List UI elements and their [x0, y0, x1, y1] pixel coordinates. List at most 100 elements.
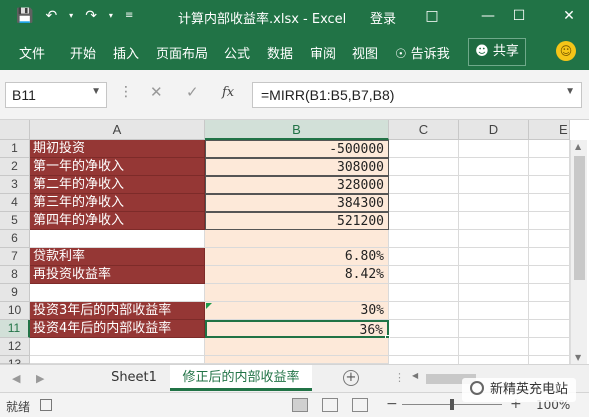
zoom-out-icon[interactable]: − — [386, 396, 398, 412]
sheet-tab-sheet1[interactable]: Sheet1 — [102, 365, 166, 391]
cell-a7[interactable]: 贷款利率 — [30, 248, 205, 266]
cell-b7[interactable]: 6.80% — [205, 248, 389, 266]
cell-a6[interactable] — [30, 230, 205, 248]
insert-function-icon[interactable]: fx — [222, 85, 234, 100]
tell-me-search[interactable]: ☉ 告诉我 — [395, 43, 450, 62]
worksheet-grid[interactable]: A B C D E 1 2 3 4 5 6 7 8 9 10 11 12 13 … — [0, 120, 589, 371]
scroll-up-icon[interactable]: ▲ — [575, 142, 581, 151]
tab-view[interactable]: 视图 — [352, 43, 378, 62]
cell-b2[interactable]: 308000 — [205, 158, 389, 176]
feedback-smiley-icon[interactable]: ☺ — [556, 41, 576, 61]
cell-a13[interactable] — [30, 356, 205, 364]
save-icon[interactable]: 💾 — [16, 6, 33, 26]
page-layout-view-icon[interactable] — [322, 398, 338, 412]
cell-b6[interactable] — [205, 230, 389, 248]
cell-b9[interactable] — [205, 284, 389, 302]
scroll-left-icon[interactable]: ◀ — [412, 371, 418, 380]
scroll-thumb[interactable] — [574, 156, 585, 280]
select-all-corner[interactable] — [0, 120, 30, 140]
column-header-c[interactable]: C — [389, 120, 459, 140]
formula-input[interactable]: =MIRR(B1:B5,B7,B8) ▼ — [252, 82, 582, 108]
cell-a2[interactable]: 第一年的净收入 — [30, 158, 205, 176]
row-header[interactable]: 9 — [0, 284, 30, 302]
vertical-scrollbar[interactable]: ▲ ▼ — [570, 140, 587, 364]
next-sheet-icon[interactable]: ▶ — [36, 372, 44, 385]
row-header[interactable]: 7 — [0, 248, 30, 266]
chevron-down-icon[interactable]: ▼ — [91, 86, 101, 97]
zoom-slider-thumb[interactable] — [450, 399, 454, 410]
name-box[interactable]: B11 ▼ — [5, 82, 107, 108]
normal-view-icon[interactable] — [292, 398, 308, 412]
maximize-icon[interactable]: ☐ — [505, 4, 533, 28]
login-link[interactable]: 登录 — [370, 8, 396, 27]
tab-review[interactable]: 审阅 — [310, 43, 336, 62]
row-header[interactable]: 12 — [0, 338, 30, 356]
row-header[interactable]: 2 — [0, 158, 30, 176]
drag-handle-icon[interactable]: ⋮ — [119, 84, 133, 100]
row-header[interactable]: 4 — [0, 194, 30, 212]
add-sheet-icon[interactable]: + — [343, 370, 359, 386]
macro-record-icon[interactable] — [40, 399, 52, 411]
scroll-down-icon[interactable]: ▼ — [575, 353, 581, 362]
tab-file[interactable]: 文件 — [19, 43, 45, 62]
empty-cells-c[interactable] — [389, 140, 459, 364]
row-header[interactable]: 1 — [0, 140, 30, 158]
cell-a10[interactable]: 投资3年后的内部收益率 — [30, 302, 205, 320]
cell-a8[interactable]: 再投资收益率 — [30, 266, 205, 284]
cell-a4[interactable]: 第三年的净收入 — [30, 194, 205, 212]
cell-b13[interactable] — [205, 356, 389, 364]
cell-b10[interactable]: 30% — [205, 302, 389, 320]
column-header-d[interactable]: D — [459, 120, 529, 140]
cell-b12[interactable] — [205, 338, 389, 356]
name-box-value: B11 — [12, 87, 36, 103]
cell-a12[interactable] — [30, 338, 205, 356]
tab-split-icon[interactable]: ⋮ — [394, 371, 405, 384]
column-header-b[interactable]: B — [205, 120, 389, 140]
share-button[interactable]: ☻ 共享 — [468, 38, 526, 66]
enter-icon[interactable]: ✓ — [186, 83, 199, 101]
cell-b11-active[interactable]: 36% — [205, 320, 389, 338]
dropdown-icon[interactable]: ▾ — [69, 6, 73, 26]
column-header-a[interactable]: A — [30, 120, 205, 140]
cancel-icon[interactable]: ✕ — [150, 83, 163, 101]
tab-page-layout[interactable]: 页面布局 — [156, 43, 208, 62]
prev-sheet-icon[interactable]: ◀ — [12, 372, 20, 385]
cell-a1[interactable]: 期初投资 — [30, 140, 205, 158]
cell-a5[interactable]: 第四年的净收入 — [30, 212, 205, 230]
empty-cells-d[interactable] — [459, 140, 529, 364]
cell-b4[interactable]: 384300 — [205, 194, 389, 212]
row-header[interactable]: 6 — [0, 230, 30, 248]
undo-icon[interactable]: ↶ — [45, 6, 57, 26]
cell-a9[interactable] — [30, 284, 205, 302]
error-indicator-icon[interactable] — [206, 303, 212, 309]
tell-me-label: 告诉我 — [410, 47, 450, 62]
row-header[interactable]: 10 — [0, 302, 30, 320]
cell-b1[interactable]: -500000 — [205, 140, 389, 158]
tab-home[interactable]: 开始 — [70, 43, 96, 62]
formula-bar-area: B11 ▼ ⋮ ✕ ✓ fx =MIRR(B1:B5,B7,B8) ▼ — [0, 70, 589, 120]
cell-b5[interactable]: 521200 — [205, 212, 389, 230]
sheet-tab-active[interactable]: 修正后的内部收益率 — [170, 365, 312, 391]
row-header[interactable]: 13 — [0, 356, 30, 371]
empty-cells-e[interactable] — [529, 140, 570, 364]
customize-qat-icon[interactable]: ≡ — [125, 6, 133, 26]
dropdown-icon[interactable]: ▾ — [109, 6, 113, 26]
row-header[interactable]: 8 — [0, 266, 30, 284]
expand-formula-icon[interactable]: ▼ — [565, 86, 575, 97]
cell-b8[interactable]: 8.42% — [205, 266, 389, 284]
column-header-e[interactable]: E — [529, 120, 570, 140]
redo-icon[interactable]: ↷ — [85, 6, 97, 26]
cell-a3[interactable]: 第二年的净收入 — [30, 176, 205, 194]
restore-ribbon-icon[interactable]: □ — [418, 4, 446, 28]
cell-b3[interactable]: 328000 — [205, 176, 389, 194]
row-header-selected[interactable]: 11 — [0, 320, 30, 338]
tab-data[interactable]: 数据 — [267, 43, 293, 62]
cell-a11[interactable]: 投资4年后的内部收益率 — [30, 320, 205, 338]
page-break-view-icon[interactable] — [352, 398, 368, 412]
tab-formulas[interactable]: 公式 — [224, 43, 250, 62]
row-header[interactable]: 3 — [0, 176, 30, 194]
row-header[interactable]: 5 — [0, 212, 30, 230]
tab-insert[interactable]: 插入 — [113, 43, 139, 62]
close-icon[interactable]: ✕ — [555, 4, 583, 28]
minimize-icon[interactable]: — — [474, 4, 502, 28]
